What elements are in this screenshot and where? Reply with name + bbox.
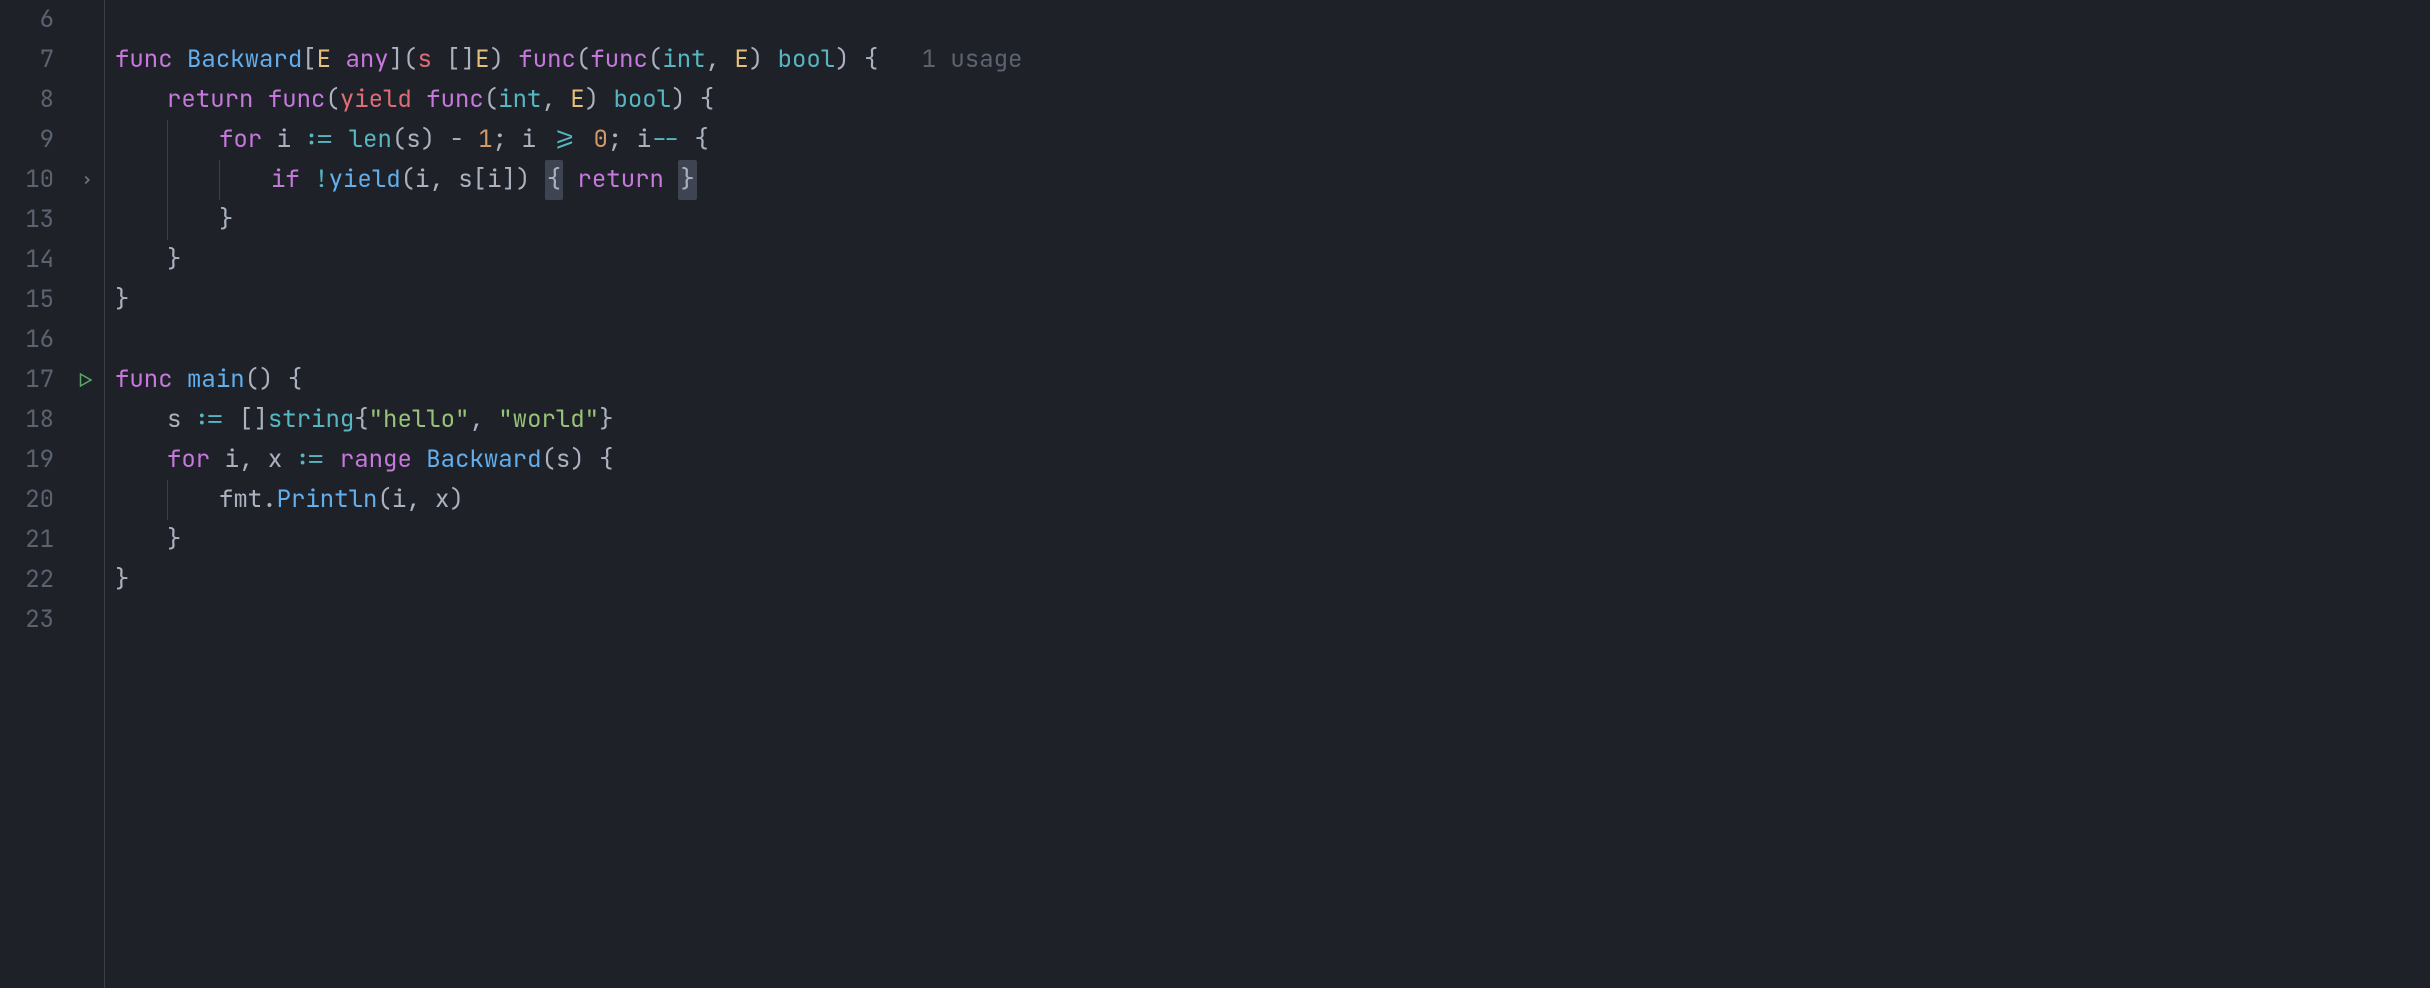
line-number: 10 [25, 160, 54, 200]
line-number: 23 [25, 600, 54, 640]
line-number: 21 [25, 520, 54, 560]
run-icon[interactable] [76, 371, 94, 389]
gutter: 6 7 8 9 10 13 14 15 16 17 18 19 20 21 22… [0, 0, 105, 988]
code-line[interactable]: fmt.Println(i, x) [115, 480, 2430, 520]
code-line[interactable]: } [115, 240, 2430, 280]
gutter-line[interactable]: 13 [0, 200, 104, 240]
gutter-line[interactable]: 19 [0, 440, 104, 480]
gutter-line[interactable]: 22 [0, 560, 104, 600]
gutter-line[interactable]: 20 [0, 480, 104, 520]
code-line[interactable]: for i := len(s) - 1; i >= 0; i-- { [115, 120, 2430, 160]
line-number: 13 [25, 200, 54, 240]
code-line[interactable]: } [115, 520, 2430, 560]
func-name: Backward [187, 40, 302, 80]
code-line[interactable]: func main() { [115, 360, 2430, 400]
matched-brace: { [545, 160, 563, 200]
gutter-line[interactable]: 21 [0, 520, 104, 560]
gutter-line[interactable]: 15 [0, 280, 104, 320]
fold-expand-icon[interactable] [80, 173, 94, 187]
line-number: 22 [25, 560, 54, 600]
code-line[interactable]: s := []string{"hello", "world"} [115, 400, 2430, 440]
line-number: 9 [40, 120, 54, 160]
code-line[interactable] [115, 0, 2430, 40]
line-number: 19 [25, 440, 54, 480]
matched-brace: } [678, 160, 696, 200]
gutter-line[interactable]: 17 [0, 360, 104, 400]
keyword-func: func [115, 40, 173, 80]
gutter-line[interactable]: 7 [0, 40, 104, 80]
line-number: 17 [25, 360, 54, 400]
code-line[interactable] [115, 600, 2430, 640]
gutter-line[interactable]: 16 [0, 320, 104, 360]
line-number: 8 [40, 80, 54, 120]
gutter-line[interactable]: 14 [0, 240, 104, 280]
line-number: 16 [25, 320, 54, 360]
code-line[interactable]: func Backward[E any](s []E) func(func(in… [115, 40, 2430, 80]
gutter-line[interactable]: 18 [0, 400, 104, 440]
line-number: 20 [25, 480, 54, 520]
code-line[interactable]: } [115, 200, 2430, 240]
code-editor: 6 7 8 9 10 13 14 15 16 17 18 19 20 21 22… [0, 0, 2430, 988]
code-line[interactable] [115, 320, 2430, 360]
code-line[interactable]: } [115, 280, 2430, 320]
gutter-line[interactable]: 9 [0, 120, 104, 160]
gutter-line[interactable]: 6 [0, 0, 104, 40]
gutter-line[interactable]: 10 [0, 160, 104, 200]
code-line[interactable]: if !yield(i, s[i]) { return } [115, 160, 2430, 200]
code-line[interactable]: } [115, 560, 2430, 600]
gutter-line[interactable]: 23 [0, 600, 104, 640]
func-main: main [187, 360, 245, 400]
line-number: 7 [40, 40, 54, 80]
code-area[interactable]: func Backward[E any](s []E) func(func(in… [105, 0, 2430, 988]
gutter-line[interactable]: 8 [0, 80, 104, 120]
line-number: 18 [25, 400, 54, 440]
code-line[interactable]: return func(yield func(int, E) bool) { [115, 80, 2430, 120]
line-number: 6 [40, 0, 54, 40]
line-number: 15 [25, 280, 54, 320]
code-line[interactable]: for i, x := range Backward(s) { [115, 440, 2430, 480]
usages-hint[interactable]: 1 usage [922, 40, 1023, 80]
line-number: 14 [25, 240, 54, 280]
